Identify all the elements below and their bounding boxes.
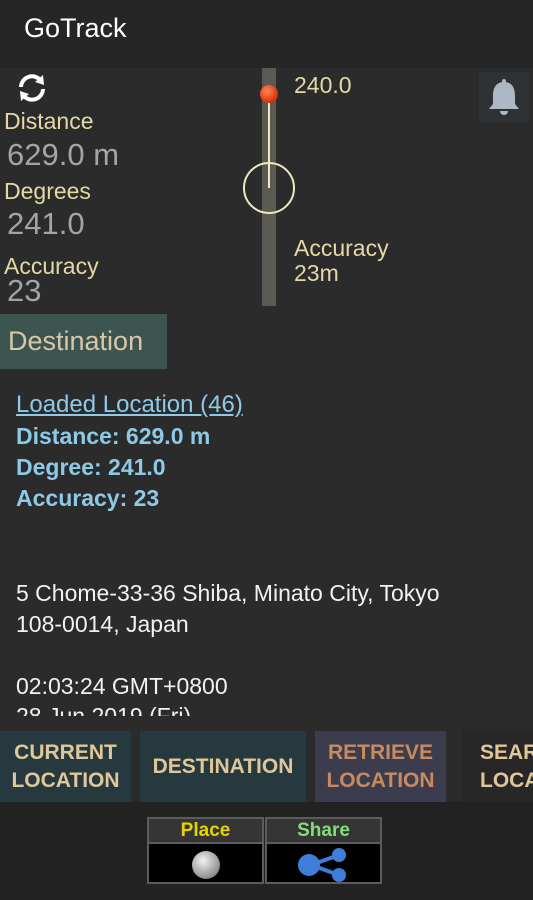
compass-ring [243, 162, 295, 214]
address-line-1: 5 Chome-33-36 Shiba, Minato City, Tokyo [16, 580, 440, 606]
address-line-2: 108-0014, Japan [16, 611, 189, 637]
destination-degree: Degree: 241.0 [16, 454, 166, 480]
destination-toggle-button[interactable]: Destination [0, 314, 167, 369]
destination-date: 28 Jun 2019 (Fri) [16, 703, 192, 716]
heading-value: 240.0 [294, 72, 352, 98]
place-button[interactable]: Place [147, 817, 264, 884]
compass-accuracy-value: 23m [294, 260, 339, 286]
current-location-label-2: LOCATION [11, 768, 120, 792]
destination-accuracy: Accuracy: 23 [16, 485, 160, 511]
destination-address: 5 Chome-33-36 Shiba, Minato City, Tokyo … [16, 578, 521, 640]
destination-button[interactable]: DESTINATION [140, 731, 306, 802]
search-location-button[interactable]: SEAR LOCAT [462, 731, 533, 802]
retrieve-location-label-1: RETRIEVE [327, 740, 434, 764]
bell-icon[interactable] [479, 72, 529, 122]
retrieve-location-button[interactable]: RETRIEVE LOCATION [315, 731, 446, 802]
share-icon [297, 848, 346, 882]
destination-button-label: DESTINATION [152, 754, 294, 778]
app-title: GoTrack [24, 13, 127, 43]
retrieve-location-label-2: LOCATION [326, 768, 435, 792]
search-location-label-2: LOCAT [480, 768, 533, 792]
distance-value: 629.0 m [7, 137, 120, 172]
share-button[interactable]: Share [265, 817, 382, 884]
current-location-button[interactable]: CURRENT LOCATION [0, 731, 131, 802]
search-location-label-1: SEAR [480, 740, 533, 764]
distance-label: Distance [4, 108, 94, 134]
compass-accuracy-label: Accuracy [294, 235, 389, 261]
current-location-label-1: CURRENT [14, 740, 117, 764]
loaded-location-link[interactable]: Loaded Location (46) [16, 391, 243, 419]
destination-distance: Distance: 629.0 m [16, 423, 211, 449]
degrees-value: 241.0 [7, 206, 85, 241]
target-dot-icon [260, 85, 278, 103]
app-bar: GoTrack [0, 0, 533, 68]
destination-time: 02:03:24 GMT+0800 [16, 673, 228, 699]
place-circle-icon [191, 851, 220, 879]
place-label: Place [149, 819, 262, 844]
degrees-label: Degrees [4, 178, 91, 204]
destination-date-clip: 28 Jun 2019 (Fri) [16, 702, 316, 716]
accuracy-value: 23 [7, 273, 42, 308]
refresh-icon[interactable] [14, 72, 50, 104]
share-label: Share [267, 819, 380, 844]
